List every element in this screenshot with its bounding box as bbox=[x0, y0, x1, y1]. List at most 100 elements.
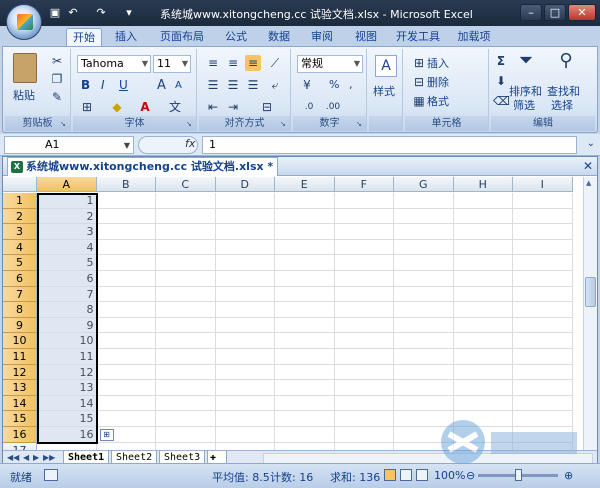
copy-icon[interactable]: ❐ bbox=[49, 71, 65, 87]
table-cell[interactable] bbox=[334, 349, 394, 365]
comma-button[interactable]: , bbox=[349, 78, 353, 91]
table-cell[interactable] bbox=[453, 380, 513, 396]
autosum-icon[interactable]: Σ bbox=[493, 53, 509, 69]
first-sheet-icon[interactable]: ◀◀ bbox=[7, 453, 19, 462]
table-cell[interactable] bbox=[96, 286, 156, 303]
table-cell[interactable] bbox=[394, 208, 454, 225]
table-cell[interactable] bbox=[513, 239, 573, 256]
table-cell[interactable]: 5 bbox=[37, 255, 97, 271]
row-header[interactable]: 11 bbox=[3, 349, 37, 365]
table-cell[interactable] bbox=[215, 427, 275, 443]
underline-button[interactable]: U bbox=[119, 78, 128, 92]
table-cell[interactable]: 3 bbox=[37, 224, 97, 240]
table-cell[interactable] bbox=[215, 255, 275, 271]
table-cell[interactable] bbox=[156, 380, 216, 396]
table-cell[interactable]: 13 bbox=[37, 380, 97, 396]
table-cell[interactable] bbox=[156, 271, 216, 287]
workbook-tab[interactable]: X 系统城www.xitongcheng.cc 试验文档.xlsx * bbox=[7, 157, 279, 176]
table-cell[interactable] bbox=[513, 317, 573, 334]
decrease-decimal-icon[interactable]: .00 bbox=[325, 99, 341, 115]
table-cell[interactable] bbox=[453, 333, 513, 349]
table-cell[interactable] bbox=[334, 271, 394, 287]
table-cell[interactable] bbox=[334, 364, 394, 381]
table-cell[interactable] bbox=[96, 302, 156, 318]
expand-formula-icon[interactable]: ⌄ bbox=[587, 138, 595, 149]
table-cell[interactable]: 12 bbox=[37, 364, 97, 381]
last-sheet-icon[interactable]: ▶▶ bbox=[43, 453, 55, 462]
font-color-icon[interactable]: A bbox=[137, 99, 153, 115]
table-cell[interactable]: 16 bbox=[37, 427, 97, 443]
table-cell[interactable]: 4 bbox=[37, 239, 97, 256]
table-cell[interactable] bbox=[513, 224, 573, 240]
table-cell[interactable] bbox=[334, 302, 394, 318]
italic-button[interactable]: I bbox=[101, 78, 105, 92]
align-center-icon[interactable]: ☰ bbox=[225, 77, 241, 93]
fill-icon[interactable]: ⬇ bbox=[493, 73, 509, 89]
tab-view[interactable]: 视图 bbox=[348, 28, 384, 46]
table-cell[interactable] bbox=[275, 427, 335, 443]
table-cell[interactable] bbox=[156, 349, 216, 365]
table-cell[interactable] bbox=[156, 224, 216, 240]
page-layout-view-icon[interactable] bbox=[400, 469, 412, 481]
row-header[interactable]: 10 bbox=[3, 333, 37, 349]
fill-color-icon[interactable]: ◆ bbox=[109, 99, 125, 115]
table-cell[interactable] bbox=[96, 239, 156, 256]
row-header[interactable]: 7 bbox=[3, 286, 37, 303]
undo-icon[interactable]: ↶ bbox=[66, 6, 80, 20]
row-header[interactable]: 6 bbox=[3, 271, 37, 287]
tab-data[interactable]: 数据 bbox=[261, 28, 297, 46]
table-cell[interactable] bbox=[215, 239, 275, 256]
table-cell[interactable] bbox=[215, 286, 275, 303]
maximize-button[interactable]: □ bbox=[544, 4, 566, 21]
table-cell[interactable] bbox=[394, 255, 454, 271]
prev-sheet-icon[interactable]: ◀ bbox=[23, 453, 29, 462]
next-sheet-icon[interactable]: ▶ bbox=[33, 453, 39, 462]
table-cell[interactable] bbox=[453, 349, 513, 365]
tab-page-layout[interactable]: 页面布局 bbox=[154, 28, 210, 46]
table-cell[interactable] bbox=[453, 224, 513, 240]
orientation-icon[interactable]: ⟋ bbox=[267, 55, 283, 71]
redo-icon[interactable]: ↷ bbox=[94, 6, 108, 20]
scroll-up-icon[interactable]: ▲ bbox=[586, 179, 591, 187]
table-cell[interactable] bbox=[334, 317, 394, 334]
table-cell[interactable] bbox=[96, 224, 156, 240]
font-launcher-icon[interactable]: ↘ bbox=[186, 120, 194, 128]
table-cell[interactable]: 9 bbox=[37, 317, 97, 334]
decrease-indent-icon[interactable]: ⇤ bbox=[205, 99, 221, 115]
sort-filter-button-line2[interactable]: 筛选 bbox=[513, 97, 535, 113]
table-cell[interactable] bbox=[275, 302, 335, 318]
row-header[interactable]: 8 bbox=[3, 302, 37, 318]
table-cell[interactable] bbox=[275, 380, 335, 396]
table-cell[interactable] bbox=[453, 364, 513, 381]
table-cell[interactable] bbox=[96, 411, 156, 427]
paste-icon[interactable] bbox=[13, 53, 37, 83]
name-box[interactable]: A1 ▼ bbox=[4, 136, 134, 154]
column-header-g[interactable]: G bbox=[394, 177, 454, 192]
column-header-e[interactable]: E bbox=[275, 177, 335, 192]
table-cell[interactable] bbox=[96, 349, 156, 365]
table-cell[interactable] bbox=[334, 255, 394, 271]
table-cell[interactable] bbox=[453, 302, 513, 318]
table-cell[interactable] bbox=[275, 239, 335, 256]
workbook-close-icon[interactable]: ✕ bbox=[583, 159, 593, 173]
align-bottom-icon[interactable]: ≡ bbox=[245, 55, 261, 71]
row-header[interactable]: 9 bbox=[3, 317, 37, 334]
row-header[interactable]: 15 bbox=[3, 411, 37, 427]
table-cell[interactable] bbox=[334, 380, 394, 396]
table-cell[interactable] bbox=[334, 411, 394, 427]
table-cell[interactable] bbox=[275, 193, 335, 209]
styles-button[interactable]: 样式 bbox=[373, 83, 395, 99]
table-cell[interactable] bbox=[513, 286, 573, 303]
table-cell[interactable] bbox=[156, 364, 216, 381]
row-header[interactable]: 2 bbox=[3, 208, 37, 225]
table-cell[interactable] bbox=[215, 364, 275, 381]
table-cell[interactable] bbox=[156, 286, 216, 303]
table-cell[interactable] bbox=[513, 364, 573, 381]
font-size-select[interactable]: 11 ▼ bbox=[153, 55, 191, 73]
table-cell[interactable] bbox=[96, 333, 156, 349]
table-cell[interactable] bbox=[156, 427, 216, 443]
align-left-icon[interactable]: ☰ bbox=[205, 77, 221, 93]
table-cell[interactable] bbox=[453, 395, 513, 412]
table-cell[interactable]: 15 bbox=[37, 411, 97, 427]
align-middle-icon[interactable]: ≡ bbox=[225, 55, 241, 71]
